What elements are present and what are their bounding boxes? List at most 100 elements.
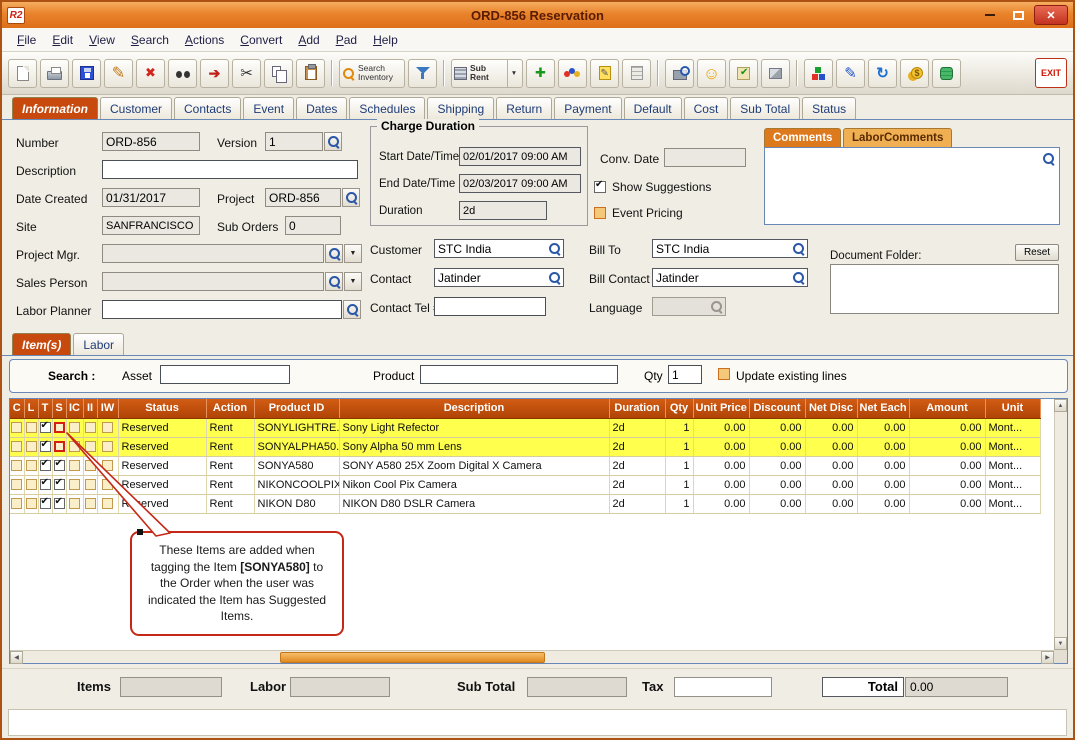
checkbox-l[interactable] (26, 460, 37, 471)
tax-field[interactable] (674, 677, 772, 697)
menu-file[interactable]: File (10, 30, 43, 50)
col-header-iw[interactable]: IW (97, 399, 118, 418)
sub-rent-button[interactable]: Sub Rent▼ (451, 59, 523, 88)
vertical-scrollbar[interactable]: ▲ ▼ (1054, 399, 1067, 650)
customer-input[interactable] (435, 241, 548, 257)
col-header-l[interactable]: L (24, 399, 38, 418)
table-row[interactable]: Reserved Rent NIKON D80 NIKON D80 DSLR C… (10, 494, 1040, 513)
col-header-t[interactable]: T (38, 399, 52, 418)
minimize-button[interactable] (978, 6, 1002, 24)
tab-sub-total[interactable]: Sub Total (730, 97, 800, 119)
scroll-right-button[interactable]: ▶ (1041, 651, 1054, 664)
date-created-input[interactable] (102, 188, 200, 207)
table-row[interactable]: Reserved Rent SONYALPHA50... Sony Alpha … (10, 437, 1040, 456)
checkbox-t[interactable] (40, 479, 51, 490)
cut-button[interactable] (232, 59, 261, 88)
qty-input[interactable] (668, 365, 702, 384)
checkbox-iw[interactable] (102, 422, 113, 433)
tab-shipping[interactable]: Shipping (427, 97, 494, 119)
web-refresh-button[interactable] (868, 59, 897, 88)
close-button[interactable]: ✕ (1034, 5, 1068, 25)
col-header-unit-price[interactable]: Unit Price (693, 399, 749, 418)
table-row[interactable]: Reserved Rent SONYLIGHTRE... Sony Light … (10, 418, 1040, 437)
comments-zoom-icon[interactable] (1042, 152, 1055, 165)
scroll-down-button[interactable]: ▼ (1054, 637, 1067, 650)
col-header-action[interactable]: Action (206, 399, 254, 418)
table-row[interactable]: Reserved Rent SONYA580 SONY A580 25X Zoo… (10, 456, 1040, 475)
print-preview-button[interactable] (665, 59, 694, 88)
checkbox-l[interactable] (26, 479, 37, 490)
scroll-left-button[interactable]: ◀ (10, 651, 23, 664)
checkbox-s[interactable] (54, 422, 65, 433)
col-header-unit[interactable]: Unit (985, 399, 1040, 418)
tab-dates[interactable]: Dates (296, 97, 347, 119)
col-header-net-disc[interactable]: Net Disc (805, 399, 857, 418)
lookup-icon[interactable] (548, 271, 561, 284)
copy-button[interactable] (264, 59, 293, 88)
tab-labor-comments[interactable]: LaborComments (843, 128, 952, 147)
edit-order-button[interactable] (836, 59, 865, 88)
col-header-product-id[interactable]: Product ID (254, 399, 339, 418)
col-header-status[interactable]: Status (118, 399, 206, 418)
table-row[interactable]: Reserved Rent NIKONCOOLPIX Nikon Cool Pi… (10, 475, 1040, 494)
tab-status[interactable]: Status (802, 97, 856, 119)
asset-input[interactable] (160, 365, 290, 384)
bill-contact-input[interactable] (653, 270, 792, 286)
labor-planner-input[interactable] (102, 300, 342, 319)
checkbox-ic[interactable] (69, 441, 80, 452)
checkbox-ii[interactable] (85, 441, 96, 452)
search-inventory-button[interactable]: Search Inventory (339, 59, 405, 88)
project-mgr-dropdown-button[interactable]: ▼ (344, 244, 362, 263)
lookup-icon[interactable] (792, 242, 805, 255)
checkbox-ic[interactable] (69, 498, 80, 509)
menu-search[interactable]: Search (124, 30, 176, 50)
checkbox-ii[interactable] (85, 498, 96, 509)
project-mgr-input[interactable] (102, 244, 324, 263)
col-header-amount[interactable]: Amount (909, 399, 985, 418)
checkbox-t[interactable] (40, 441, 51, 452)
tab-contacts[interactable]: Contacts (174, 97, 241, 119)
menu-edit[interactable]: Edit (45, 30, 80, 50)
checkbox-iw[interactable] (102, 441, 113, 452)
contact-tel-input[interactable] (434, 297, 546, 316)
checkbox-l[interactable] (26, 498, 37, 509)
col-header-ii[interactable]: II (83, 399, 97, 418)
col-header-description[interactable]: Description (339, 399, 609, 418)
add-item-button[interactable] (526, 59, 555, 88)
col-header-c[interactable]: C (10, 399, 24, 418)
tab-payment[interactable]: Payment (554, 97, 621, 119)
groups-button[interactable] (558, 59, 587, 88)
scrollbar-thumb[interactable] (280, 652, 545, 663)
tab-schedules[interactable]: Schedules (349, 97, 425, 119)
checkbox-t[interactable] (40, 460, 51, 471)
checkbox-iw[interactable] (102, 460, 113, 471)
number-input[interactable] (102, 132, 200, 151)
horizontal-scrollbar[interactable]: ◀ ▶ (10, 650, 1054, 663)
project-mgr-lookup-button[interactable] (325, 244, 343, 263)
checkbox-c[interactable] (11, 422, 22, 433)
checkbox-t[interactable] (40, 498, 51, 509)
checkbox-t[interactable] (40, 422, 51, 433)
sales-person-input[interactable] (102, 272, 324, 291)
checkbox-c[interactable] (11, 498, 22, 509)
checkbox-iw[interactable] (102, 498, 113, 509)
checkbox-ii[interactable] (85, 460, 96, 471)
description-input[interactable] (102, 160, 358, 179)
edit-notes-button[interactable] (590, 59, 619, 88)
new-order-button[interactable] (8, 59, 37, 88)
checkbox-s[interactable] (54, 460, 65, 471)
col-header-discount[interactable]: Discount (749, 399, 805, 418)
financials-button[interactable] (900, 59, 929, 88)
tab-default[interactable]: Default (624, 97, 682, 119)
filter-button[interactable] (408, 59, 437, 88)
col-header-duration[interactable]: Duration (609, 399, 665, 418)
approvals-button[interactable] (729, 59, 758, 88)
comments-textarea[interactable] (764, 147, 1060, 225)
site-input[interactable] (102, 216, 200, 235)
checkbox-ic[interactable] (69, 479, 80, 490)
checkbox-c[interactable] (11, 479, 22, 490)
database-sync-button[interactable] (932, 59, 961, 88)
col-header-qty[interactable]: Qty (665, 399, 693, 418)
tab-cost[interactable]: Cost (684, 97, 729, 119)
checkbox-iw[interactable] (102, 479, 113, 490)
